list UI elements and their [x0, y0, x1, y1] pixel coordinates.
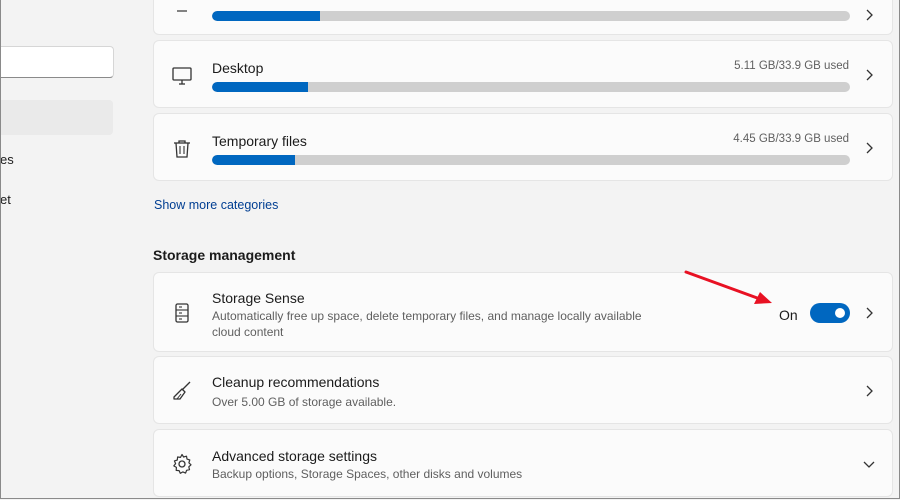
monitor-icon [172, 67, 192, 85]
chevron-down-icon [863, 461, 875, 468]
advanced-settings-title: Advanced storage settings [212, 448, 377, 464]
storage-category-temporary-files[interactable]: Temporary files 4.45 GB/33.9 GB used [153, 113, 893, 181]
toggle-knob [835, 308, 845, 318]
usage-bar [212, 11, 850, 21]
nav-item-selected[interactable] [0, 100, 113, 135]
gear-icon [173, 453, 192, 474]
nav-item-partial[interactable]: es [0, 152, 14, 167]
advanced-settings-description: Backup options, Storage Spaces, other di… [212, 467, 523, 481]
trash-icon [174, 140, 190, 158]
category-title: Desktop [212, 60, 264, 76]
folder-icon [177, 10, 187, 12]
category-usage: 4.45 GB/33.9 GB used [733, 133, 849, 145]
storage-category-desktop[interactable]: Desktop 5.11 GB/33.9 GB used [153, 40, 893, 108]
advanced-storage-settings-card[interactable]: Advanced storage settings Backup options… [153, 429, 893, 497]
usage-bar-fill [212, 82, 308, 92]
toggle-state-label: On [779, 307, 798, 323]
chevron-right-icon [866, 142, 873, 154]
category-usage: 5.11 GB/33.9 GB used [734, 60, 849, 72]
section-heading: Storage management [153, 247, 296, 263]
storage-sense-title: Storage Sense [212, 290, 305, 306]
storage-sense-description-line2: cloud content [212, 325, 284, 339]
storage-sense-toggle[interactable] [810, 303, 850, 323]
storage-sense-description: Automatically free up space, delete temp… [212, 309, 642, 323]
broom-icon [173, 381, 191, 400]
search-input[interactable] [0, 46, 114, 78]
chevron-right-icon [866, 307, 873, 319]
storage-category-card[interactable] [153, 0, 893, 35]
show-more-categories-link[interactable]: Show more categories [154, 198, 278, 212]
cleanup-title: Cleanup recommendations [212, 374, 380, 390]
cleanup-description: Over 5.00 GB of storage available. [212, 395, 397, 409]
red-arrow-annotation [684, 270, 772, 304]
nav-item-partial[interactable]: et [0, 192, 11, 207]
storage-sense-card[interactable]: Storage Sense Automatically free up spac… [153, 272, 893, 352]
category-title: Temporary files [212, 133, 307, 149]
chevron-right-icon [866, 385, 873, 397]
usage-bar-fill [212, 11, 321, 21]
chevron-right-icon [866, 69, 873, 81]
cleanup-recommendations-card[interactable]: Cleanup recommendations Over 5.00 GB of … [153, 356, 893, 424]
usage-bar-fill [212, 155, 295, 165]
chevron-right-icon [866, 9, 873, 21]
usage-bar [212, 82, 850, 92]
usage-bar [212, 155, 850, 165]
storage-drive-icon [175, 303, 189, 323]
